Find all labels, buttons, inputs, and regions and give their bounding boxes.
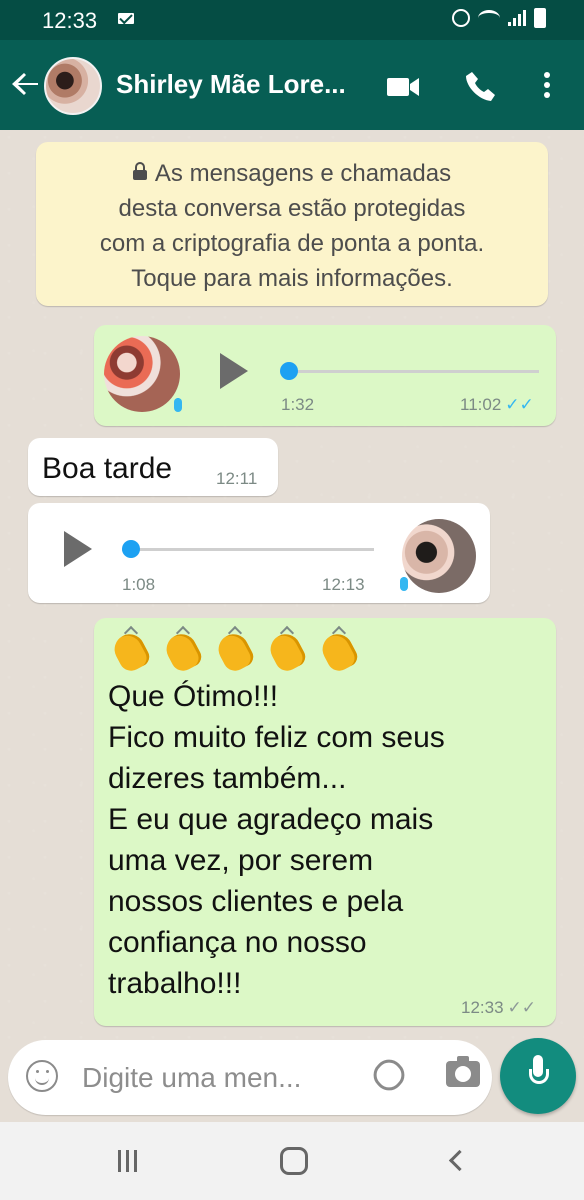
clapping-emoji-row: 👏👏👏👏👏 [106, 626, 366, 674]
mail-icon [118, 13, 134, 24]
mic-icon [529, 1055, 549, 1093]
text-message-received[interactable]: Boa tarde 12:11 [28, 438, 278, 496]
voice-progress-track[interactable] [284, 370, 539, 373]
voice-thumbnail [104, 336, 180, 412]
status-icons [452, 8, 546, 28]
phone-call-icon[interactable] [463, 69, 497, 103]
emoji-icon[interactable] [26, 1060, 58, 1092]
status-bar: 12:33 [0, 0, 584, 40]
alarm-icon [452, 9, 470, 27]
voice-duration: 1:32 [281, 395, 315, 414]
avatar[interactable] [44, 57, 102, 115]
voice-record-button[interactable] [500, 1038, 576, 1114]
play-icon[interactable] [64, 531, 92, 567]
message-text: Que Ótimo!!! Fico muito feliz com seus d… [108, 680, 445, 1000]
voice-duration: 1:08 [122, 575, 156, 594]
encryption-notice[interactable]: As mensagens e chamadas desta conversa e… [36, 142, 548, 306]
wifi-icon [478, 10, 500, 26]
attach-icon[interactable] [367, 1053, 411, 1097]
message-time: 11:02 ✓✓ [460, 395, 534, 414]
clapping-hands-icon [158, 626, 210, 674]
clapping-hands-icon [106, 626, 158, 674]
battery-icon [534, 8, 546, 28]
camera-icon[interactable] [446, 1056, 480, 1087]
text-message-sent[interactable]: 👏👏👏👏👏 Que Ótimo!!! Fico muito feliz com … [94, 618, 556, 1026]
status-time: 12:33 [42, 8, 98, 33]
clapping-hands-icon [210, 626, 262, 674]
signal-icon [508, 10, 526, 26]
navigation-bar [0, 1122, 584, 1200]
encryption-text: As mensagens e chamadas desta conversa e… [99, 160, 485, 292]
back-icon[interactable] [448, 1148, 462, 1172]
recent-apps-icon[interactable] [118, 1150, 144, 1172]
message-time: 12:13 [322, 575, 365, 594]
back-arrow-icon[interactable] [10, 68, 42, 100]
mic-icon [172, 384, 184, 412]
voice-thumbnail [402, 519, 476, 593]
home-icon[interactable] [280, 1147, 308, 1175]
clapping-hands-icon [262, 626, 314, 674]
message-time: 12:11 [216, 469, 258, 488]
chat-header: Shirley Mãe Lore... [0, 40, 584, 130]
message-text: Boa tarde [42, 452, 173, 485]
message-input[interactable] [80, 1057, 344, 1099]
contact-name[interactable]: Shirley Mãe Lore... [116, 69, 366, 100]
mic-icon [398, 563, 410, 591]
message-composer [8, 1040, 492, 1115]
message-time: 12:33 ✓✓ [461, 998, 537, 1017]
voice-progress-thumb[interactable] [122, 540, 140, 558]
read-ticks-icon: ✓✓ [505, 395, 534, 414]
chat-area: As mensagens e chamadas desta conversa e… [0, 130, 584, 1050]
video-call-icon[interactable] [386, 75, 420, 99]
lock-icon [132, 162, 147, 180]
voice-message-received[interactable]: 1:08 12:13 [28, 503, 490, 603]
more-options-icon[interactable] [540, 69, 554, 105]
voice-message-sent[interactable]: 1:32 11:02 ✓✓ [94, 325, 556, 426]
voice-progress-track[interactable] [122, 548, 374, 551]
delivered-ticks-icon: ✓✓ [507, 998, 537, 1017]
clapping-hands-icon [314, 626, 366, 674]
voice-progress-thumb[interactable] [280, 362, 298, 380]
play-icon[interactable] [220, 353, 248, 389]
